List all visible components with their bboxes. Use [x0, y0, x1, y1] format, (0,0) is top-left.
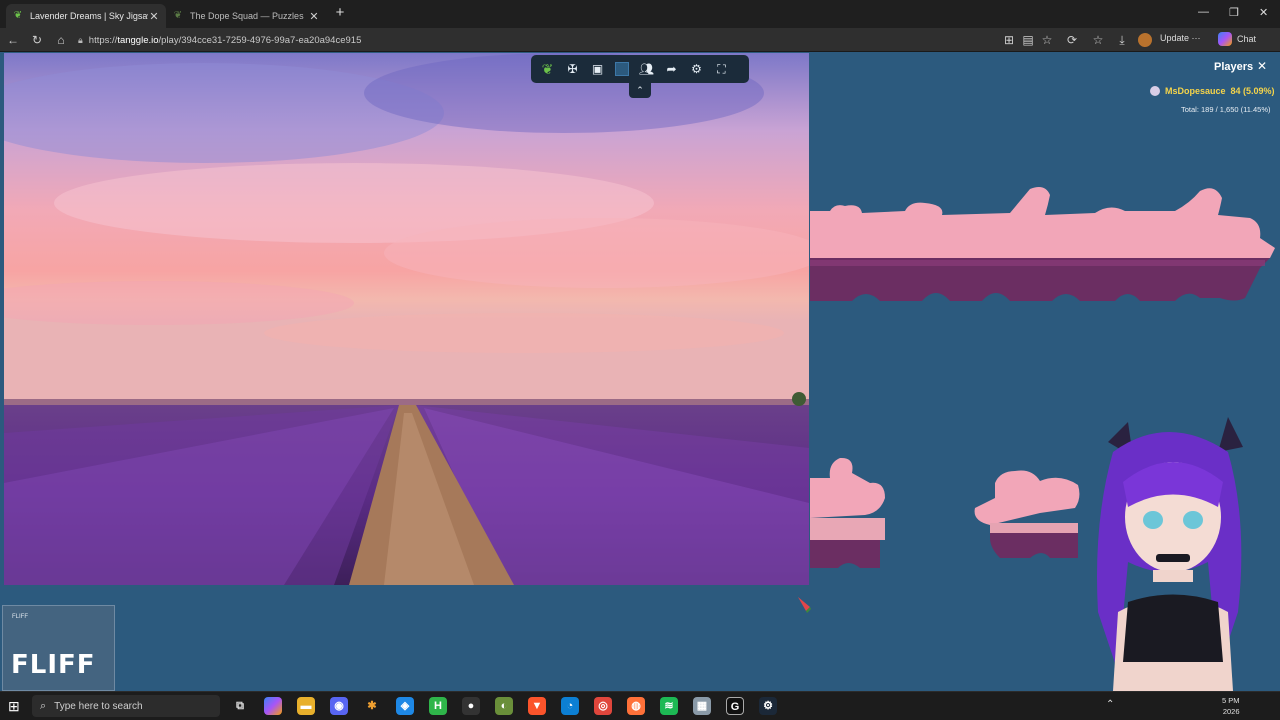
taskbar-search[interactable]: ⌕ Type here to search: [32, 695, 220, 717]
clock-time: 5 PM: [1222, 696, 1240, 705]
app-star-icon[interactable]: ✱: [363, 697, 381, 715]
new-tab-button[interactable]: +: [332, 5, 348, 21]
extensions-icon[interactable]: ⟳: [1064, 32, 1080, 48]
background-color-swatch[interactable]: [615, 62, 629, 76]
favorites-icon[interactable]: ☆: [1090, 32, 1106, 48]
firefox-icon[interactable]: ◍: [627, 697, 645, 715]
chat-label: Chat: [1237, 34, 1257, 44]
search-icon: ⌕: [40, 699, 47, 712]
browser-tab-strip: ❦ Lavender Dreams | Sky Jigsaw ✕ ❦ The D…: [0, 0, 1280, 28]
sponsor-overlay: FLIFF FLIFF: [2, 605, 115, 691]
taskbar-clock[interactable]: 5 PM 2026: [1222, 695, 1240, 717]
player-score: 84 (5.09%): [1230, 86, 1275, 96]
discord-icon[interactable]: ◉: [330, 697, 348, 715]
search-placeholder: Type here to search: [54, 700, 143, 712]
url-path: /play/394cce31-7259-4976-99a7-ea20a94ce9…: [158, 34, 362, 46]
app-dark-icon[interactable]: ●: [462, 697, 480, 715]
copilot-chat-button[interactable]: Chat: [1218, 32, 1256, 46]
close-window-icon[interactable]: ✕: [1259, 6, 1268, 19]
close-players-icon[interactable]: ✕: [1255, 59, 1269, 73]
players-panel-title: Players: [1214, 61, 1254, 73]
app-available-icon[interactable]: ⊞: [1001, 32, 1017, 48]
refresh-icon[interactable]: ↻: [29, 32, 45, 48]
browser-toolbar: ← ↻ ⌂ 🔒︎ https://tanggle.io/play/394cce3…: [0, 28, 1280, 52]
tab-title: The Dope Squad — Puzzles: [190, 11, 304, 21]
lock-icon: 🔒︎: [78, 34, 83, 45]
image-preview-icon[interactable]: ▣: [586, 58, 610, 80]
player-avatar: [1150, 86, 1160, 96]
close-tab-icon[interactable]: ✕: [148, 10, 160, 23]
app-h-icon[interactable]: H: [429, 697, 447, 715]
total-progress: Total: 189 / 1,650 (11.45%): [1181, 105, 1271, 114]
windows-start-icon[interactable]: ⊞: [8, 699, 22, 713]
player-name: MsDopesauce: [1165, 86, 1226, 96]
chrome-icon[interactable]: ◎: [594, 697, 612, 715]
app-green-icon[interactable]: ◐: [495, 697, 513, 715]
vtuber-avatar: [1097, 417, 1243, 691]
tray-overflow-icon[interactable]: ⌃: [1106, 699, 1114, 710]
windows-taskbar: ⊞ ⌕ Type here to search ⧉ ▬ ◉ ✱ ◈ H ● ◐ …: [0, 691, 1280, 720]
address-bar[interactable]: 🔒︎ https://tanggle.io/play/394cce31-7259…: [78, 31, 998, 49]
puzzle-piece-icon[interactable]: ✠: [561, 58, 585, 80]
edge-icon[interactable]: ◔: [561, 697, 579, 715]
clock-date: 2026: [1222, 707, 1240, 716]
tab-title: Lavender Dreams | Sky Jigsaw: [30, 11, 148, 21]
url-prefix: https://: [88, 34, 118, 46]
downloads-icon[interactable]: ⤓: [1114, 32, 1130, 48]
task-view-icon[interactable]: ⧉: [231, 697, 249, 715]
sponsor-logo-text: FLIFF: [11, 650, 96, 680]
copilot-icon: [1218, 32, 1232, 46]
brave-icon[interactable]: ▼: [528, 697, 546, 715]
app-gray-icon[interactable]: ▦: [693, 697, 711, 715]
watermelon-cursor-icon: [798, 597, 811, 613]
players-icon[interactable]: 👥︎: [635, 58, 659, 80]
share-icon[interactable]: ➦: [660, 58, 684, 80]
piece-left-edge[interactable]: [810, 457, 885, 568]
update-label: Update: [1160, 33, 1190, 43]
player-row: MsDopesauce 84 (5.09%): [1150, 86, 1275, 96]
tanggle-logo-icon[interactable]: ❦: [536, 58, 560, 80]
steam-icon[interactable]: ⚙: [759, 697, 777, 715]
spotify-icon[interactable]: ≋: [660, 697, 678, 715]
copilot-app-icon[interactable]: [264, 697, 282, 715]
piece-strip-top[interactable]: [810, 187, 1275, 301]
settings-icon[interactable]: ⚙: [685, 58, 709, 80]
favorite-star-icon[interactable]: ☆: [1039, 32, 1055, 48]
app-blue-icon[interactable]: ◈: [396, 697, 414, 715]
file-explorer-icon[interactable]: ▬: [297, 697, 315, 715]
minimize-icon[interactable]: —: [1198, 6, 1209, 18]
close-tab-icon[interactable]: ✕: [308, 10, 320, 23]
update-button[interactable]: Update ···: [1160, 33, 1201, 43]
fullscreen-icon[interactable]: ⛶: [710, 58, 734, 80]
puzzle-toolbar: ❦ ✠ ▣ 👥︎ ➦ ⚙ ⛶: [531, 55, 749, 83]
sponsor-small-label: FLIFF: [12, 614, 28, 620]
tanggle-favicon-icon: ❦: [173, 10, 183, 21]
back-icon[interactable]: ←: [5, 32, 21, 48]
tanggle-favicon-icon: ❦: [13, 10, 23, 21]
tab-dope-squad[interactable]: ❦ The Dope Squad — Puzzles ✕: [166, 4, 326, 28]
app-g-icon[interactable]: G: [726, 697, 744, 715]
reader-mode-icon[interactable]: ▤: [1020, 32, 1036, 48]
url-host: tanggle.io: [117, 34, 159, 46]
tab-lavender-dreams[interactable]: ❦ Lavender Dreams | Sky Jigsaw ✕: [6, 4, 166, 28]
maximize-icon[interactable]: ❐: [1229, 6, 1239, 19]
home-icon[interactable]: ⌂: [53, 32, 69, 48]
profile-avatar[interactable]: [1138, 33, 1152, 47]
collapse-toolbar-button[interactable]: ⌃: [629, 83, 651, 98]
